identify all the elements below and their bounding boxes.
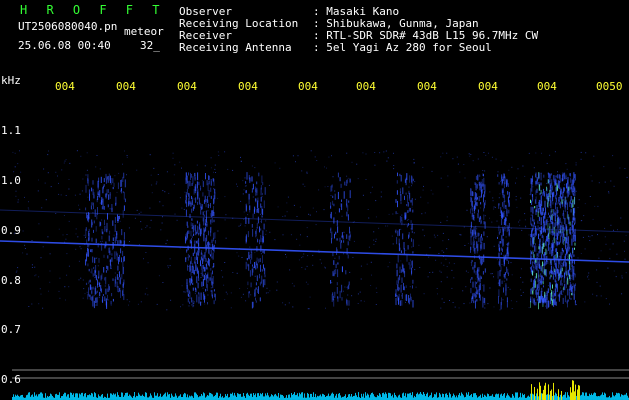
time-tick: 004 [238, 80, 258, 93]
meteor-bands [85, 172, 576, 310]
datetime: 25.06.08 00:40 [18, 39, 111, 52]
header-value: 32_ [140, 39, 160, 52]
antenna-label: Receiving Antenna [179, 41, 292, 54]
frequency-tick: 0.6 [1, 373, 21, 386]
time-tick: 004 [55, 80, 75, 93]
brand-title: H R O F F T [20, 3, 166, 17]
frequency-tick: 0.8 [1, 274, 21, 287]
time-tick: 004 [417, 80, 437, 93]
spectrogram-window: H R O F F T UT2506080040.pn meteor 25.06… [0, 0, 629, 400]
antenna-value: : 5el Yagi Az 280 for Seoul [313, 41, 492, 54]
signal-level-baseline [12, 380, 629, 400]
mode-label: meteor [124, 25, 164, 38]
time-tick: 004 [177, 80, 197, 93]
time-tick: 004 [356, 80, 376, 93]
time-tick: 004 [537, 80, 557, 93]
time-tick: 0050 [596, 80, 623, 93]
time-tick: 004 [116, 80, 136, 93]
frequency-tick: 1.0 [1, 174, 21, 187]
time-tick: 004 [298, 80, 318, 93]
frequency-tick: 0.7 [1, 323, 21, 336]
axis-unit: kHz [1, 74, 21, 87]
time-tick: 004 [478, 80, 498, 93]
spectrogram [0, 150, 629, 400]
frequency-tick: 1.1 [1, 124, 21, 137]
frequency-tick: 0.9 [1, 224, 21, 237]
filename: UT2506080040.pn [18, 20, 118, 33]
